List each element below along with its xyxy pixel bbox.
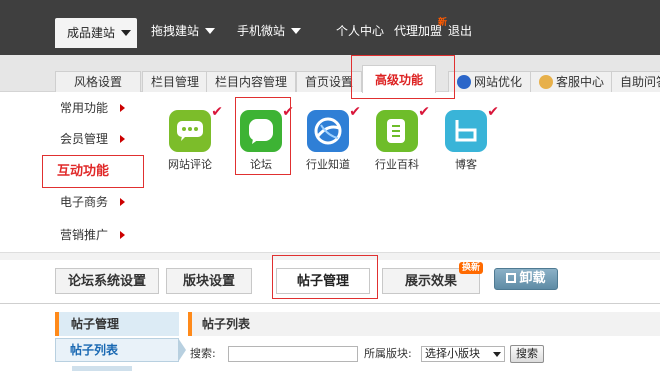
section-select-value: 选择小版块	[425, 347, 480, 360]
tab-forum-settings[interactable]: 论坛系统设置	[55, 268, 160, 294]
uninstall-label: 卸载	[519, 271, 546, 286]
topnav-item-drag-site[interactable]: 拖拽建站	[151, 20, 216, 42]
app-label: 行业百科	[375, 158, 419, 171]
tab-site-optimization[interactable]: 网站优化	[448, 71, 532, 92]
app-label: 行业知道	[306, 158, 350, 171]
tab-label: 自助问答	[620, 74, 660, 89]
leftnav-item-post-list[interactable]: 帖子列表	[55, 338, 179, 362]
tab-label: 版块设置	[183, 274, 236, 289]
tab-section-settings[interactable]: 版块设置	[166, 268, 253, 294]
search-input[interactable]	[228, 346, 358, 362]
topnav-item-logout[interactable]: 退出	[448, 20, 472, 42]
panel-title: 帖子列表	[188, 312, 660, 336]
chevron-down-icon	[291, 28, 302, 34]
check-icon: ✔	[487, 104, 499, 120]
highlight-frame	[235, 97, 291, 175]
app-label: 博客	[455, 158, 477, 171]
highlight-frame	[351, 55, 455, 99]
chevron-right-icon	[120, 231, 126, 239]
comment-icon: ✔	[169, 104, 223, 152]
sidebar-item-marketing[interactable]: 营销推广	[60, 225, 126, 245]
search-label: 搜索:	[190, 347, 216, 360]
arrow-right-icon	[178, 338, 186, 362]
tab-label: 客服中心	[556, 74, 605, 89]
section-label: 所属版块:	[364, 347, 412, 360]
chevron-right-icon	[120, 198, 126, 206]
tab-display-effect[interactable]: 展示效果 换新	[382, 262, 484, 294]
tab-customer-service[interactable]: 客服中心	[530, 71, 614, 92]
highlight-frame	[272, 255, 378, 299]
sidebar-item-label: 营销推广	[60, 228, 109, 242]
tab-label: 栏目内容管理	[215, 74, 288, 89]
topnav-item-agent-join[interactable]: 代理加盟 新	[394, 18, 447, 42]
topnav-label: 手机微站	[237, 24, 286, 38]
uninstall-icon	[506, 273, 517, 283]
globe-icon: ✔	[307, 104, 361, 152]
uninstall-button[interactable]: 卸载	[494, 268, 558, 290]
tab-label: 首页设置	[305, 74, 354, 89]
new-badge: 新	[438, 18, 448, 28]
sidebar-item-interactive[interactable]: 互动功能	[42, 155, 144, 188]
tab-self-help-qa[interactable]: 自助问答	[611, 71, 660, 92]
topnav-label: 拖拽建站	[151, 24, 200, 38]
check-icon: ✔	[211, 104, 223, 120]
book-icon: ✔	[376, 104, 430, 152]
section-select[interactable]: 选择小版块	[421, 346, 505, 362]
main-tab-bar: 风格设置 栏目管理 栏目内容管理 首页设置 高级功能 网站优化 客服中心 自助问…	[0, 55, 660, 93]
sidebar-item-common[interactable]: 常用功能	[60, 98, 126, 118]
leftnav-next-item[interactable]	[72, 366, 132, 371]
sidebar-item-label: 电子商务	[60, 195, 109, 209]
chevron-down-icon	[121, 30, 132, 36]
chevron-right-icon	[120, 135, 126, 143]
tab-label: 网站优化	[474, 74, 523, 89]
app-site-comments[interactable]: ✔ 网站评论	[160, 104, 223, 172]
app-blog[interactable]: ✔ 博客	[436, 104, 499, 172]
tab-label: 展示效果	[405, 274, 458, 289]
sidebar-item-ecommerce[interactable]: 电子商务	[60, 192, 126, 212]
topnav-label: 代理加盟	[394, 24, 443, 38]
top-navigation-bar: 成品建站 拖拽建站 手机微站 个人中心 代理加盟 新 退出	[0, 0, 660, 55]
chevron-right-icon	[120, 104, 126, 112]
sidebar-item-label: 常用功能	[60, 101, 109, 115]
topnav-item-personal-center[interactable]: 个人中心	[336, 20, 384, 42]
sidebar-item-label: 会员管理	[60, 132, 109, 146]
topnav-item-mobile-site[interactable]: 手机微站	[237, 20, 302, 42]
chevron-down-icon	[493, 352, 501, 357]
tab-label: 风格设置	[73, 74, 122, 89]
tab-column-management[interactable]: 栏目管理	[142, 71, 209, 92]
topnav-label: 退出	[448, 24, 473, 38]
app-industry-know[interactable]: ✔ 行业知道	[298, 104, 361, 172]
topnav-label: 个人中心	[336, 24, 385, 38]
app-label: 网站评论	[168, 158, 212, 171]
search-button[interactable]: 搜索	[510, 345, 544, 363]
tab-label: 论坛系统设置	[68, 274, 147, 289]
check-icon: ✔	[418, 104, 430, 120]
chevron-down-icon	[205, 28, 216, 34]
topnav-item-finished-site[interactable]: 成品建站	[55, 18, 138, 48]
app-industry-wiki[interactable]: ✔ 行业百科	[367, 104, 430, 172]
tab-column-content-management[interactable]: 栏目内容管理	[206, 71, 297, 92]
leftnav-header: 帖子管理	[55, 312, 179, 336]
blog-icon: ✔	[445, 104, 499, 152]
new-badge: 换新	[459, 262, 484, 274]
check-icon: ✔	[349, 104, 361, 120]
tab-style-settings[interactable]: 风格设置	[55, 71, 141, 92]
person-icon	[539, 75, 553, 89]
tab-label: 栏目管理	[151, 74, 200, 89]
topnav-label: 成品建站	[67, 26, 116, 40]
paw-icon	[457, 75, 471, 89]
sidebar-item-members[interactable]: 会员管理	[60, 129, 126, 149]
